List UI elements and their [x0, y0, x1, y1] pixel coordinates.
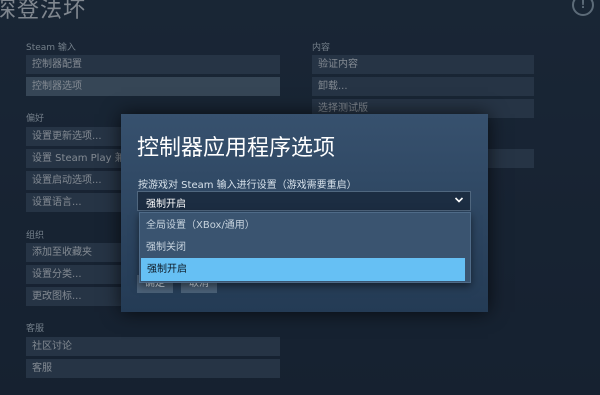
option-force-off[interactable]: 强制关闭: [140, 236, 470, 259]
dialog-title: 控制器应用程序选项: [137, 136, 336, 161]
option-force-on[interactable]: 强制开启: [141, 258, 465, 281]
select-dropdown-list: 全局设置（XBox/通用） 强制关闭 强制开启: [139, 212, 471, 283]
select-value: 强制开启: [146, 199, 186, 210]
chevron-down-icon: [454, 197, 464, 203]
steam-input-select[interactable]: 强制开启: [137, 191, 471, 211]
dialog-description: 按游戏对 Steam 输入进行设置（游戏需要重启）: [138, 180, 357, 191]
option-global-setting[interactable]: 全局设置（XBox/通用）: [140, 214, 470, 237]
